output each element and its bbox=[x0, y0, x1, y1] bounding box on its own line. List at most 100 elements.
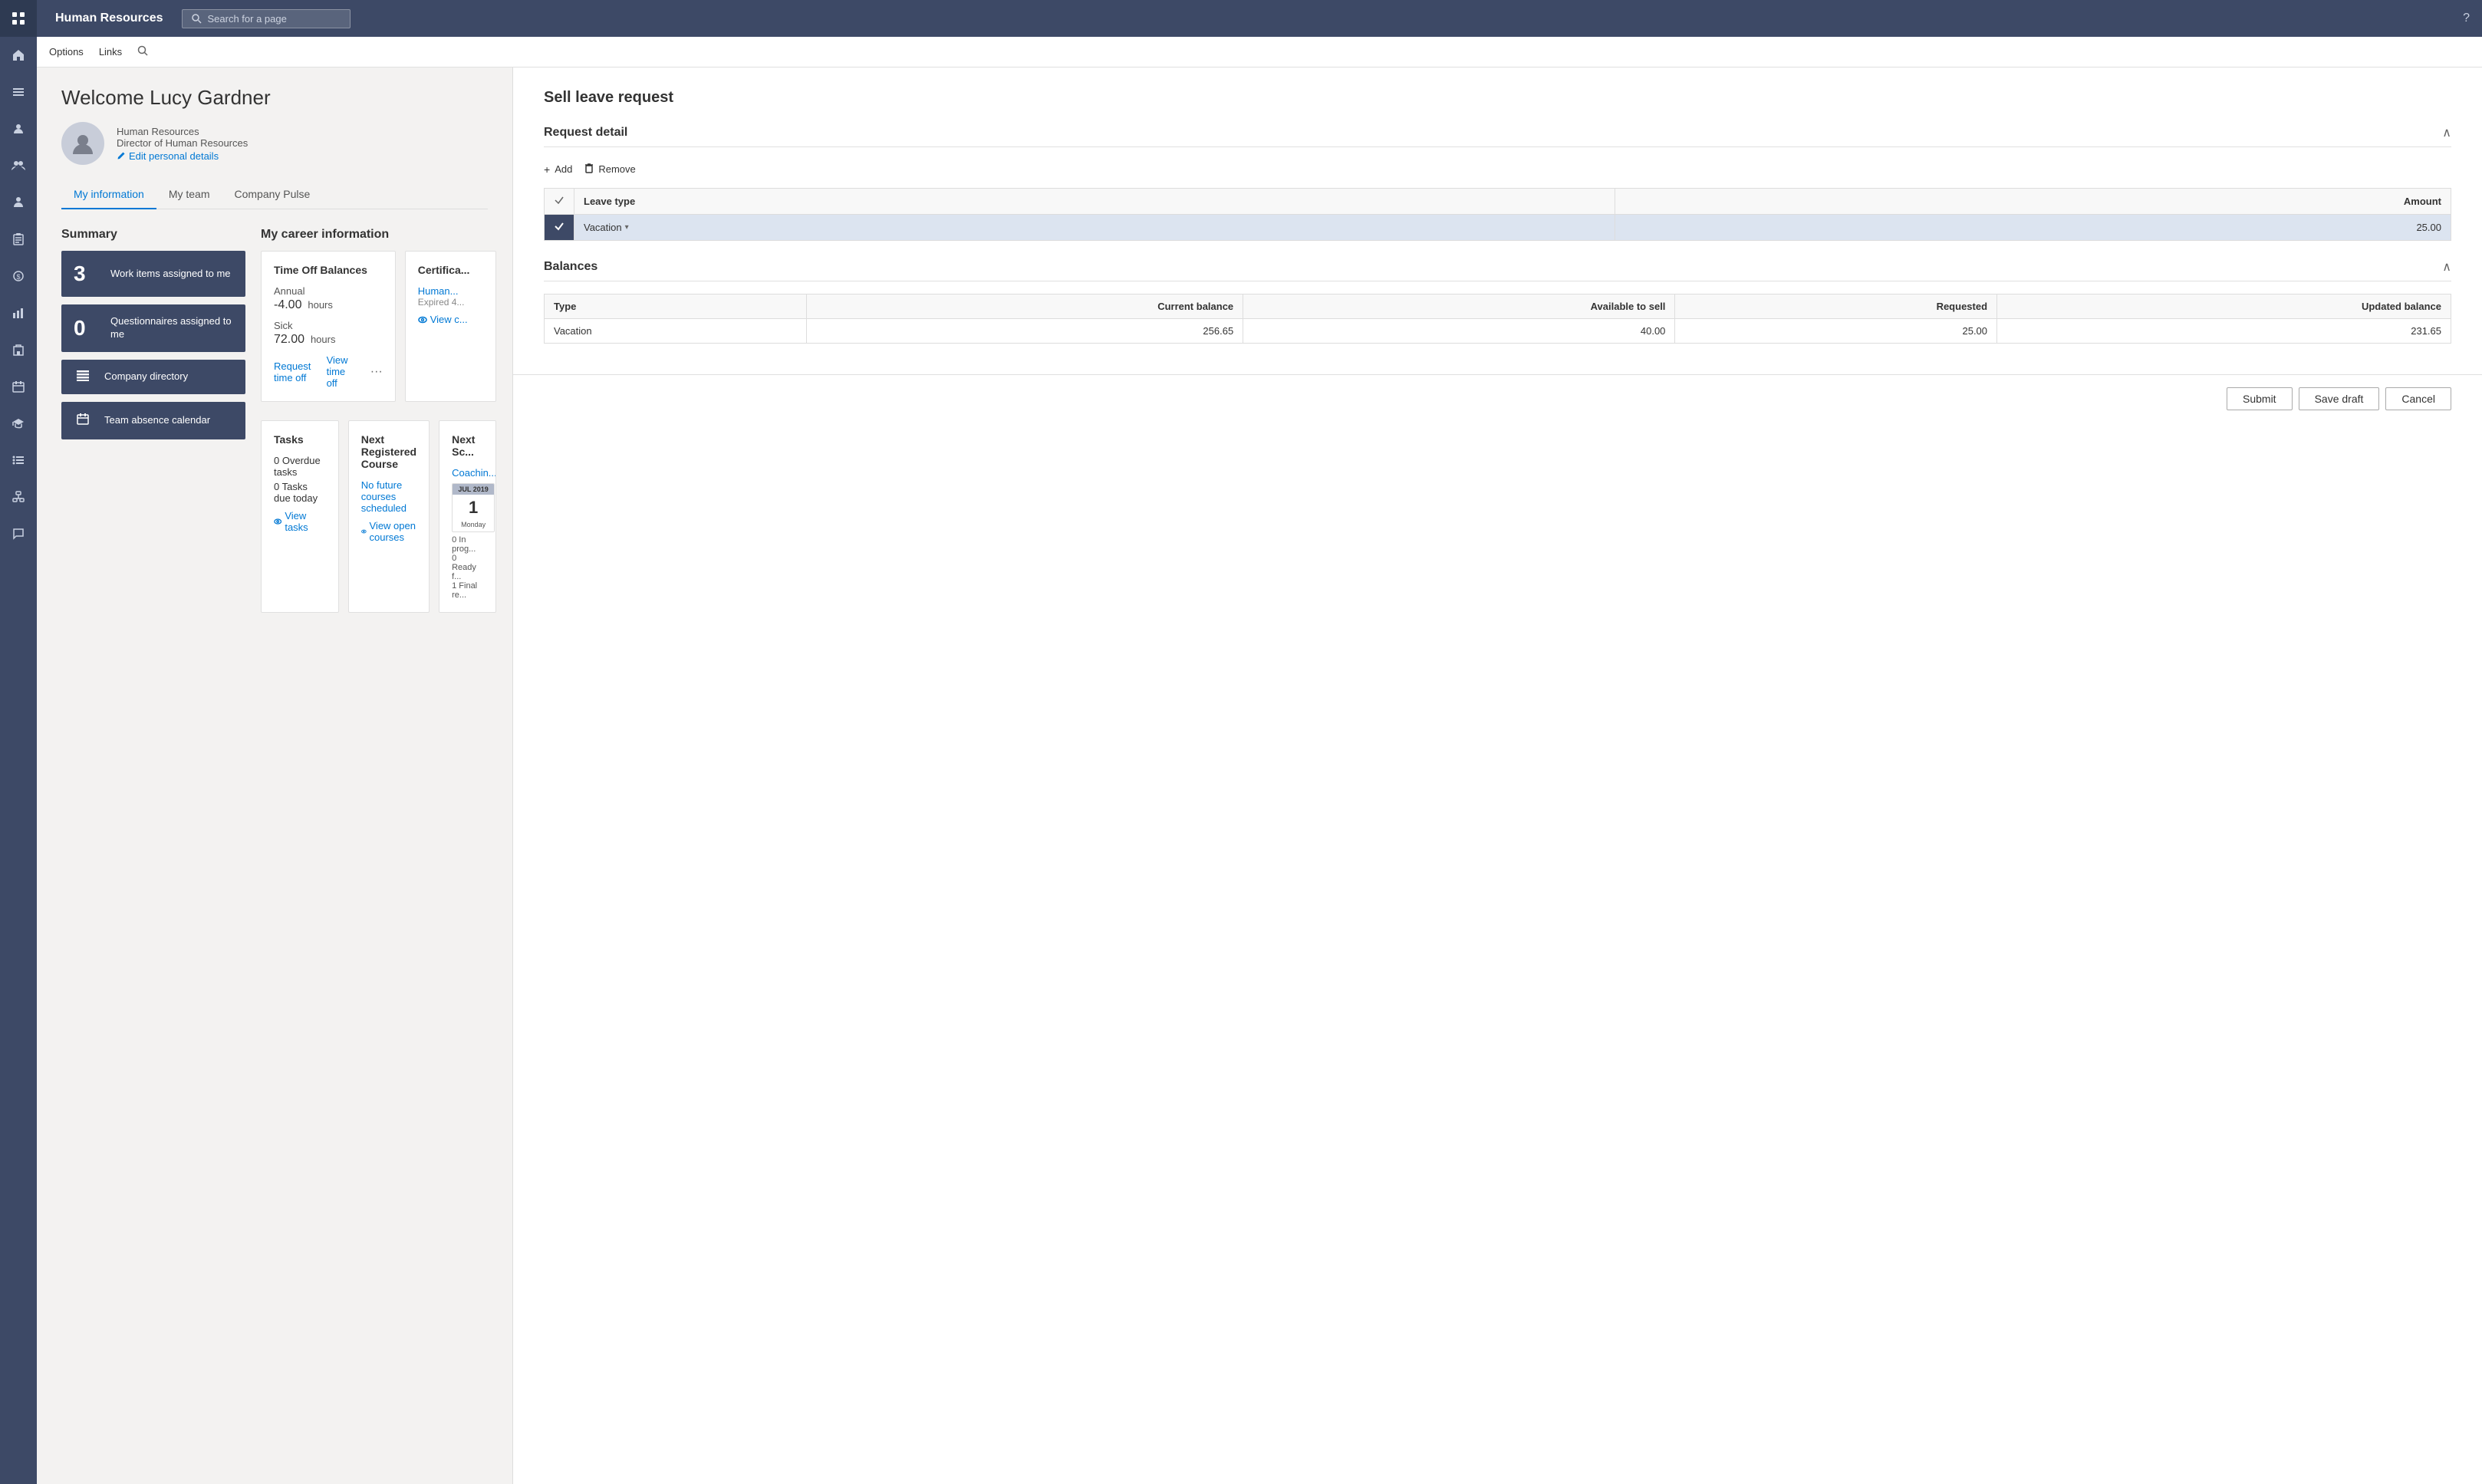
team-absence-card[interactable]: Team absence calendar bbox=[61, 402, 245, 439]
links-button[interactable]: Links bbox=[99, 43, 122, 61]
search-placeholder: Search for a page bbox=[208, 13, 287, 25]
add-icon: + bbox=[544, 163, 550, 176]
leave-type-cell[interactable]: Vacation ▾ bbox=[574, 215, 1615, 241]
next-schedule-title: Next Sc... bbox=[452, 433, 483, 458]
balances-grid: Type Current balance Available to sell R… bbox=[544, 294, 2451, 344]
nav-people-icon[interactable] bbox=[0, 147, 37, 184]
sell-leave-panel: Sell leave request Request detail ∧ + Ad… bbox=[512, 67, 2482, 1484]
balances-header: Balances ∧ bbox=[544, 259, 2451, 281]
annual-unit: hours bbox=[308, 299, 333, 311]
available-to-sell-header: Available to sell bbox=[1243, 294, 1675, 319]
nav-building-icon[interactable] bbox=[0, 331, 37, 368]
options-button[interactable]: Options bbox=[49, 43, 84, 61]
overdue-tasks: 0 Overdue tasks bbox=[274, 455, 326, 478]
view-tasks-link[interactable]: View tasks bbox=[274, 510, 326, 533]
add-button[interactable]: + Add bbox=[544, 160, 572, 179]
main-tabs: My information My team Company Pulse bbox=[61, 180, 488, 209]
submit-button[interactable]: Submit bbox=[2227, 387, 2293, 410]
tab-company-pulse[interactable]: Company Pulse bbox=[222, 180, 323, 209]
nav-org-icon[interactable] bbox=[0, 479, 37, 515]
company-directory-card[interactable]: Company directory bbox=[61, 360, 245, 394]
next-course-card: Next Registered Course No future courses… bbox=[348, 420, 430, 613]
help-icon[interactable]: ? bbox=[2463, 12, 2470, 25]
work-items-card[interactable]: 3 Work items assigned to me bbox=[61, 251, 245, 297]
edit-personal-details-link[interactable]: Edit personal details bbox=[117, 150, 248, 162]
svg-text:$: $ bbox=[16, 273, 20, 281]
request-time-off-link[interactable]: Request time off bbox=[274, 360, 314, 383]
search-box[interactable]: Search for a page bbox=[182, 9, 351, 28]
questionnaires-count: 0 bbox=[74, 316, 98, 341]
current-balance-header: Current balance bbox=[807, 294, 1243, 319]
panel-footer: Submit Save draft Cancel bbox=[513, 374, 2482, 423]
questionnaires-card[interactable]: 0 Questionnaires assigned to me bbox=[61, 304, 245, 352]
nav-apps-icon[interactable] bbox=[0, 0, 37, 37]
nav-dollar-icon[interactable]: $ bbox=[0, 258, 37, 294]
time-off-card: Time Off Balances Annual -4.00 hours Sic… bbox=[261, 251, 396, 402]
search-icon bbox=[192, 14, 202, 24]
cert-expired: Expired 4... bbox=[418, 297, 483, 308]
summary-title: Summary bbox=[61, 228, 245, 242]
nav-chat-icon[interactable] bbox=[0, 515, 37, 552]
department-label: Human Resources bbox=[117, 126, 248, 137]
leave-type-header: Leave type bbox=[574, 189, 1615, 215]
nav-person-icon[interactable] bbox=[0, 110, 37, 147]
schedule-link[interactable]: Coachin... bbox=[452, 467, 483, 479]
dropdown-arrow-icon[interactable]: ▾ bbox=[625, 223, 629, 232]
nav-menu-icon[interactable] bbox=[0, 74, 37, 110]
table-row: Vacation 256.65 40.00 25.00 231.65 bbox=[545, 319, 2451, 344]
requested-cell: 25.00 bbox=[1675, 319, 1997, 344]
time-off-title: Time Off Balances bbox=[274, 264, 383, 276]
tab-my-information[interactable]: My information bbox=[61, 180, 156, 209]
balances-title: Balances bbox=[544, 260, 597, 274]
balance-type-cell: Vacation bbox=[545, 319, 807, 344]
cancel-button[interactable]: Cancel bbox=[2385, 387, 2451, 410]
nav-calendar-icon[interactable] bbox=[0, 368, 37, 405]
tab-my-team[interactable]: My team bbox=[156, 180, 222, 209]
nav-list-icon[interactable] bbox=[0, 442, 37, 479]
calendar-day-name: Monday bbox=[453, 521, 494, 528]
nav-training-icon[interactable] bbox=[0, 405, 37, 442]
request-detail-grid: Leave type Amount Vacation bbox=[544, 188, 2451, 241]
table-row[interactable]: Vacation ▾ 25.00 bbox=[545, 215, 2451, 241]
time-off-more-icon[interactable]: ··· bbox=[370, 365, 383, 379]
calendar-icon bbox=[74, 413, 92, 429]
nav-manager-icon[interactable] bbox=[0, 184, 37, 221]
career-title: My career information bbox=[261, 228, 496, 242]
save-draft-button[interactable]: Save draft bbox=[2299, 387, 2380, 410]
content-area: Welcome Lucy Gardner Human Resources Dir… bbox=[37, 67, 2482, 1484]
tasks-card: Tasks 0 Overdue tasks 0 Tasks due today … bbox=[261, 420, 339, 613]
sick-value: 72.00 bbox=[274, 333, 304, 346]
work-items-count: 3 bbox=[74, 262, 98, 286]
remove-button[interactable]: Remove bbox=[584, 160, 635, 179]
welcome-heading: Welcome Lucy Gardner bbox=[61, 86, 488, 110]
nav-chart-icon[interactable] bbox=[0, 294, 37, 331]
top-bar: Human Resources Search for a page ? bbox=[37, 0, 2482, 37]
toolbar-search-icon[interactable] bbox=[137, 45, 148, 58]
row-check-cell bbox=[545, 215, 574, 241]
schedule-in-progress: 0 In prog... bbox=[452, 535, 483, 554]
view-open-courses-link[interactable]: View open courses bbox=[361, 520, 416, 543]
request-detail-collapse-icon[interactable]: ∧ bbox=[2442, 125, 2451, 140]
company-directory-label: Company directory bbox=[104, 370, 188, 383]
current-balance-cell: 256.65 bbox=[807, 319, 1243, 344]
next-schedule-card: Next Sc... Coachin... JUL 2019 1 Monday … bbox=[439, 420, 496, 613]
career-column: My career information Time Off Balances … bbox=[261, 228, 496, 622]
nav-clipboard-icon[interactable] bbox=[0, 221, 37, 258]
view-cert-link[interactable]: View c... bbox=[418, 314, 483, 325]
sub-toolbar: Options Links bbox=[37, 37, 2482, 67]
trash-icon bbox=[584, 163, 594, 173]
cert-link[interactable]: Human... bbox=[418, 285, 483, 297]
no-courses-text: No future courses scheduled bbox=[361, 479, 416, 514]
job-title-label: Director of Human Resources bbox=[117, 137, 248, 149]
tasks-title: Tasks bbox=[274, 433, 326, 446]
profile-section: Human Resources Director of Human Resour… bbox=[61, 122, 488, 165]
certificates-title: Certifica... bbox=[418, 264, 483, 276]
certificates-card: Certifica... Human... Expired 4... View … bbox=[405, 251, 496, 402]
available-to-sell-cell: 40.00 bbox=[1243, 319, 1675, 344]
type-header: Type bbox=[545, 294, 807, 319]
nav-home-icon[interactable] bbox=[0, 37, 37, 74]
balances-collapse-icon[interactable]: ∧ bbox=[2442, 259, 2451, 275]
calendar-month: JUL 2019 bbox=[453, 484, 494, 495]
request-detail-toolbar: + Add Remove bbox=[544, 160, 2451, 179]
view-time-off-link[interactable]: View time off bbox=[327, 354, 358, 389]
